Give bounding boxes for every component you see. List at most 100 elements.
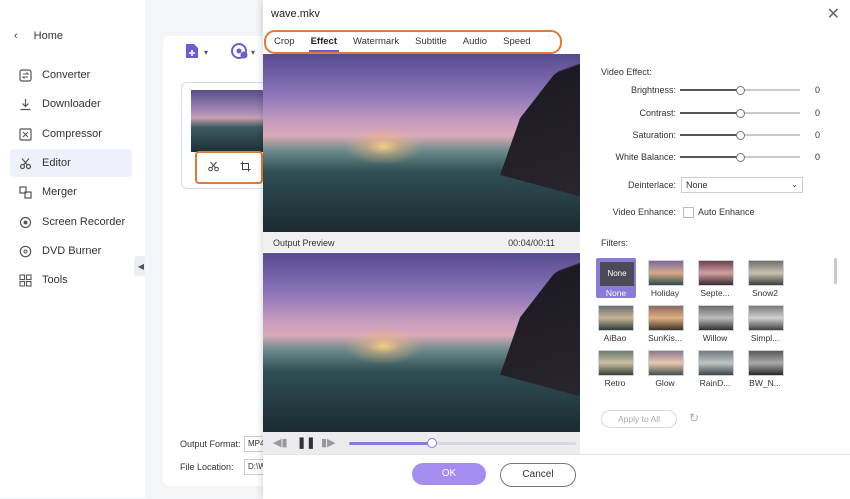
video-effect-label: Video Effect: <box>601 67 652 77</box>
add-files-button[interactable]: ▾ <box>183 42 208 63</box>
filter-label: Willow <box>702 333 728 343</box>
filter-glow[interactable]: Glow <box>646 348 686 388</box>
filter-label: Retro <box>604 378 626 388</box>
converter-icon <box>18 68 32 82</box>
slider-handle[interactable] <box>736 86 745 95</box>
saturation-label: Saturation: <box>632 130 676 140</box>
filter-label: AiBao <box>603 333 627 343</box>
filter-retro[interactable]: Retro <box>596 348 636 388</box>
auto-enhance-checkbox[interactable] <box>683 207 694 218</box>
effect-dialog: wave.mkv ✕ Crop Effect Watermark Subtitl… <box>263 0 850 499</box>
previous-frame-button[interactable]: ◀▮ <box>273 436 288 449</box>
contrast-label: Contrast: <box>639 108 676 118</box>
merger-icon <box>18 185 32 199</box>
tab-watermark[interactable]: Watermark <box>345 34 407 50</box>
chevron-down-icon: ▾ <box>251 48 256 57</box>
preview-info-bar: Output Preview 00:04/00:11 <box>263 232 580 252</box>
cancel-button[interactable]: Cancel <box>500 463 576 487</box>
sidebar-item-tools[interactable]: Tools <box>10 266 132 294</box>
close-icon[interactable]: ✕ <box>827 4 840 24</box>
add-from-device-button[interactable]: ▾ <box>230 42 255 63</box>
file-location-label: File Location: <box>180 462 234 472</box>
editor-icon <box>18 156 32 170</box>
tools-icon <box>18 273 32 287</box>
tab-crop[interactable]: Crop <box>266 34 303 50</box>
edit-tools <box>195 151 263 184</box>
original-video-preview <box>263 54 580 232</box>
sidebar-item-label: DVD Burner <box>42 245 102 257</box>
reset-icon[interactable]: ↻ <box>689 411 699 425</box>
tab-subtitle[interactable]: Subtitle <box>407 34 455 50</box>
deinterlace-select[interactable]: None ⌄ <box>681 177 803 193</box>
compressor-icon <box>18 127 32 141</box>
slider-fill <box>680 156 740 158</box>
output-format-label: Output Format: <box>180 439 241 449</box>
trim-button[interactable] <box>207 161 219 175</box>
saturation-slider[interactable] <box>680 131 800 140</box>
contrast-slider[interactable] <box>680 109 800 118</box>
sidebar-item-compressor[interactable]: Compressor <box>10 120 132 148</box>
filter-label: SunKis... <box>647 333 683 343</box>
sidebar-item-merger[interactable]: Merger <box>10 178 132 206</box>
scissors-icon <box>207 161 219 171</box>
slider-fill <box>680 134 740 136</box>
filter-thumb <box>648 350 684 376</box>
white-balance-slider[interactable] <box>680 153 800 162</box>
progress-handle[interactable] <box>426 438 437 448</box>
filter-willow[interactable]: Willow <box>696 303 736 343</box>
output-video-preview <box>263 253 580 432</box>
brightness-slider[interactable] <box>680 86 800 95</box>
dvd-burner-icon <box>18 244 32 258</box>
filter-none[interactable]: None None <box>596 258 636 298</box>
sidebar-item-downloader[interactable]: Downloader <box>10 90 132 118</box>
tab-bar: Crop Effect Watermark Subtitle Audio Spe… <box>264 30 562 54</box>
filter-raindrop[interactable]: RainD... <box>696 348 736 388</box>
chevron-left-icon: ◀ <box>137 261 145 271</box>
tab-effect[interactable]: Effect <box>303 34 345 52</box>
filter-scrollbar[interactable] <box>834 258 837 284</box>
crop-button[interactable] <box>240 161 251 175</box>
filter-label: Simpl... <box>750 333 780 343</box>
filter-bw-noise[interactable]: BW_N... <box>746 348 786 388</box>
filter-holiday[interactable]: Holiday <box>646 258 686 298</box>
ok-button[interactable]: OK <box>412 463 486 485</box>
slider-handle[interactable] <box>736 131 745 140</box>
filter-thumb <box>698 260 734 286</box>
filter-label: Glow <box>655 378 675 388</box>
player-controls: ◀▮ ❚❚ ▮▶ <box>263 432 580 454</box>
filter-label: Snow2 <box>752 288 778 298</box>
filter-thumb <box>598 350 634 376</box>
brightness-value: 0 <box>815 85 821 95</box>
slider-handle[interactable] <box>736 109 745 118</box>
contrast-value: 0 <box>815 108 821 118</box>
downloader-icon <box>18 97 32 111</box>
tab-audio[interactable]: Audio <box>455 34 495 50</box>
home-link[interactable]: ‹ Home <box>14 30 63 42</box>
filter-label: RainD... <box>699 378 731 388</box>
screen-recorder-icon <box>18 215 32 229</box>
next-frame-button[interactable]: ▮▶ <box>321 436 336 449</box>
progress-track[interactable] <box>349 438 576 448</box>
slider-handle[interactable] <box>736 153 745 162</box>
pause-button[interactable]: ❚❚ <box>297 436 315 449</box>
deinterlace-label: Deinterlace: <box>627 180 676 190</box>
progress-fill <box>349 442 431 445</box>
sidebar-item-converter[interactable]: Converter <box>10 61 132 89</box>
sidebar-item-dvd-burner[interactable]: DVD Burner <box>10 237 132 265</box>
tab-speed[interactable]: Speed <box>495 34 538 50</box>
filter-grid: None None Holiday Septe... Snow2 AiBao S… <box>596 258 826 398</box>
apply-to-all-button[interactable]: Apply to All <box>601 410 677 428</box>
filter-snow2[interactable]: Snow2 <box>746 258 786 298</box>
sidebar-item-label: Screen Recorder <box>42 216 126 228</box>
filter-september[interactable]: Septe... <box>696 258 736 298</box>
filter-label: Septe... <box>700 288 730 298</box>
filter-thumb <box>698 350 734 376</box>
sidebar-item-screen-recorder[interactable]: Screen Recorder <box>10 208 132 236</box>
filter-sunkiss[interactable]: SunKis... <box>646 303 686 343</box>
chevron-down-icon: ⌄ <box>791 180 798 189</box>
effect-settings-panel: Video Effect: Brightness: 0 Contrast: 0 … <box>581 52 850 432</box>
sidebar-item-editor[interactable]: Editor <box>10 149 132 177</box>
filter-aibao[interactable]: AiBao <box>596 303 636 343</box>
filter-simple[interactable]: Simpl... <box>746 303 786 343</box>
cliff-shape <box>500 54 580 197</box>
